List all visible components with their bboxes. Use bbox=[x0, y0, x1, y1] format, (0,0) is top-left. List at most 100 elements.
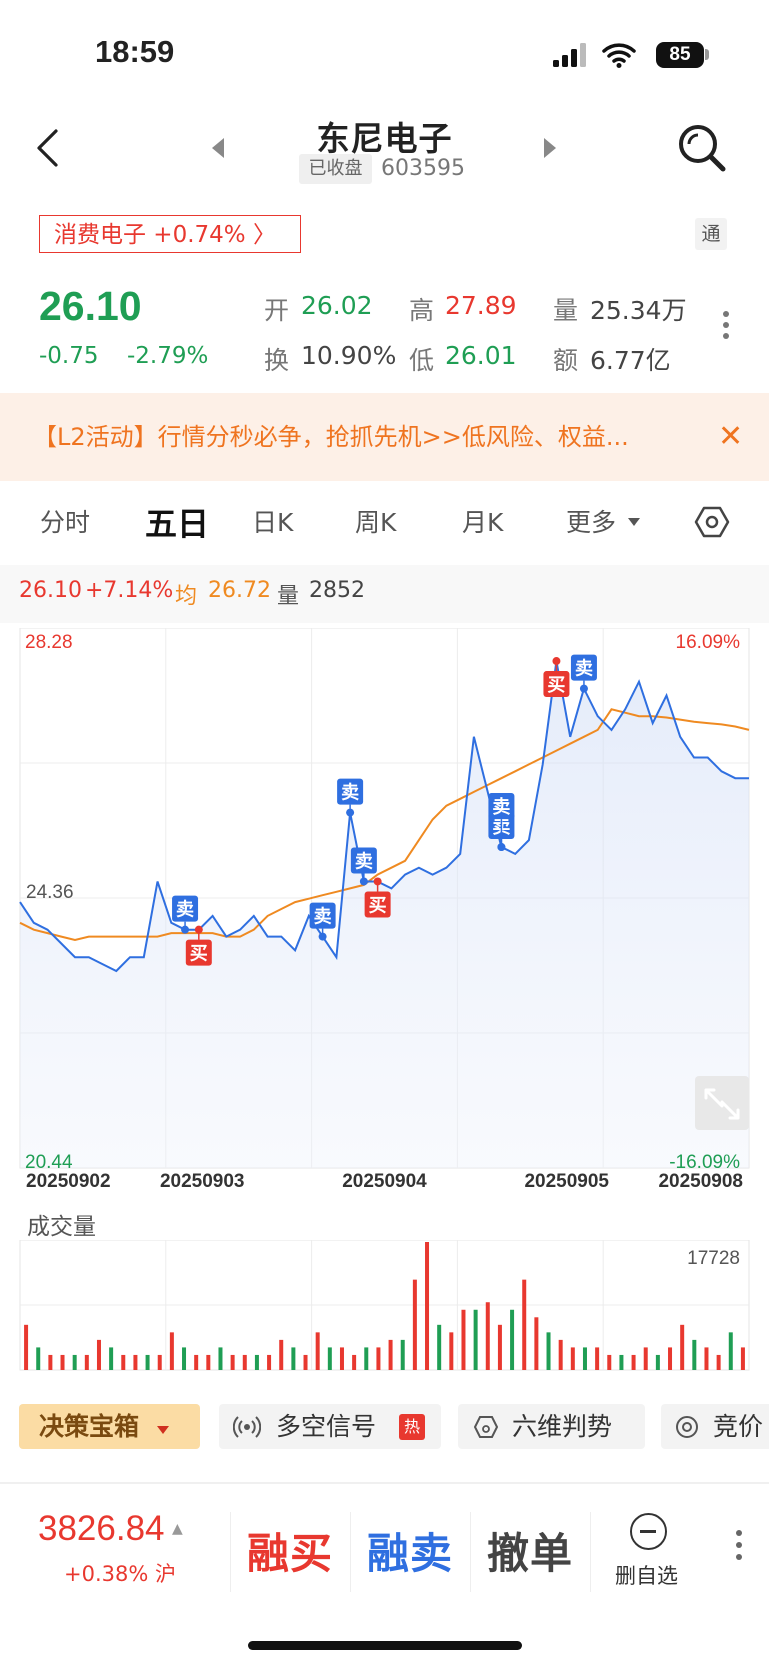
tab-intraday[interactable]: 分时 bbox=[40, 503, 90, 539]
bidding-label: 竞价 bbox=[713, 1412, 764, 1441]
stock-code: 603595 bbox=[381, 156, 465, 181]
tab-monthly-k[interactable]: 月K bbox=[462, 503, 503, 539]
volume-bar bbox=[522, 1279, 527, 1370]
search-icon[interactable] bbox=[676, 122, 728, 174]
volume-bar bbox=[607, 1354, 612, 1370]
x-axis-date-label: 20250905 bbox=[524, 1171, 609, 1188]
margin-buy-button[interactable]: 融买 bbox=[247, 1520, 333, 1581]
volume-bar bbox=[36, 1347, 41, 1370]
volume-bar bbox=[497, 1324, 502, 1370]
volume-bar bbox=[291, 1347, 296, 1370]
y-max-label: 28.28 bbox=[25, 632, 73, 653]
tab-more[interactable]: 更多 bbox=[566, 503, 616, 539]
tab-five-day[interactable]: 五日 bbox=[145, 499, 209, 545]
volume-bar bbox=[680, 1324, 685, 1370]
volume-bar bbox=[546, 1332, 551, 1370]
price-change-pct: -2.79% bbox=[127, 343, 209, 369]
info-avg: 26.72 bbox=[208, 578, 271, 603]
low-label: 低 bbox=[409, 346, 435, 375]
bidding-button[interactable]: 竞价 bbox=[661, 1404, 769, 1449]
market-status-tag: 已收盘 bbox=[299, 154, 372, 184]
volume-chart[interactable]: 17728 bbox=[0, 1240, 769, 1375]
more-dots-icon[interactable] bbox=[723, 306, 729, 344]
volume-bar bbox=[412, 1279, 417, 1370]
volume-bar bbox=[437, 1324, 442, 1370]
five-day-price-chart[interactable]: 卖买卖卖卖买卖卖买卖 28.28 24.36 20.44 16.09% -16.… bbox=[0, 628, 769, 1188]
index-up-arrow-icon: ▲ bbox=[172, 1521, 183, 1537]
marker-label: 卖 bbox=[314, 906, 332, 928]
open-label: 开 bbox=[264, 296, 290, 325]
remove-watchlist-label[interactable]: 删自选 bbox=[615, 1560, 678, 1590]
volume-bar bbox=[109, 1347, 114, 1370]
stock-name: 东尼电子 bbox=[316, 119, 453, 158]
divider bbox=[350, 1512, 351, 1592]
long-short-signal-label: 多空信号 bbox=[276, 1412, 377, 1441]
volume-bar bbox=[668, 1347, 673, 1370]
margin-sell-button[interactable]: 融卖 bbox=[367, 1520, 453, 1581]
battery-cap bbox=[705, 49, 709, 60]
volume-bar bbox=[558, 1339, 563, 1370]
cancel-order-button[interactable]: 撤单 bbox=[487, 1520, 573, 1581]
volume-bar bbox=[376, 1347, 381, 1370]
chevron-down-icon[interactable] bbox=[627, 517, 641, 527]
info-pct: +7.14% bbox=[85, 578, 174, 603]
marker-label: 卖 bbox=[341, 782, 359, 804]
sell-marker: 卖 bbox=[337, 778, 364, 817]
status-time: 18:59 bbox=[95, 34, 175, 69]
long-short-signal-button[interactable]: 多空信号 热 bbox=[219, 1404, 441, 1449]
volume-bar bbox=[206, 1354, 211, 1370]
caret-down-icon bbox=[156, 1426, 169, 1434]
tab-daily-k[interactable]: 日K bbox=[252, 503, 293, 539]
amount-value: 6.77亿 bbox=[590, 346, 671, 375]
buy-marker: 买 bbox=[543, 657, 570, 698]
volume-bar bbox=[740, 1347, 745, 1370]
volume-max-label: 17728 bbox=[687, 1248, 740, 1269]
volume-bar bbox=[315, 1332, 320, 1370]
volume-bar bbox=[400, 1339, 405, 1370]
price-change: -0.75 bbox=[39, 343, 99, 369]
sector-tag[interactable]: 消费电子 +0.74% 〉 bbox=[39, 215, 301, 253]
marker-label: 买 bbox=[547, 675, 565, 696]
marker-label: 卖 bbox=[176, 899, 194, 921]
next-stock-arrow-icon[interactable] bbox=[542, 136, 558, 160]
volume-bar bbox=[267, 1354, 272, 1370]
volume-bar bbox=[692, 1339, 697, 1370]
volume-bar bbox=[704, 1347, 709, 1370]
low-value: 26.01 bbox=[445, 341, 517, 370]
turnover-label: 换 bbox=[264, 346, 290, 375]
y-min-label: 20.44 bbox=[25, 1152, 73, 1173]
open-value: 26.02 bbox=[301, 291, 373, 320]
amount-label: 额 bbox=[553, 346, 579, 375]
pct-min-label: -16.09% bbox=[669, 1152, 740, 1173]
six-hexagon-icon bbox=[474, 1416, 498, 1438]
six-dimension-button[interactable]: 六维判势 bbox=[458, 1404, 645, 1449]
x-axis-date-label: 20250904 bbox=[342, 1171, 427, 1188]
broadcast-icon bbox=[233, 1416, 261, 1438]
tab-weekly-k[interactable]: 周K bbox=[355, 503, 396, 539]
volume-bar bbox=[716, 1354, 721, 1370]
volume-bar bbox=[728, 1332, 733, 1370]
volume-bar bbox=[473, 1309, 478, 1370]
promo-banner-text[interactable]: 【L2活动】行情分秒必争，抢抓先机>>低风险、权益... bbox=[33, 393, 629, 481]
banner-close-icon[interactable]: ✕ bbox=[718, 393, 743, 481]
remove-watchlist-icon[interactable] bbox=[630, 1513, 667, 1550]
index-value[interactable]: 3826.84 bbox=[38, 1509, 165, 1549]
expand-icon[interactable] bbox=[695, 1076, 749, 1130]
volume-bar bbox=[461, 1309, 466, 1370]
volume-bar bbox=[339, 1347, 344, 1370]
more-options-icon[interactable] bbox=[736, 1530, 742, 1560]
volume-bar bbox=[643, 1347, 648, 1370]
high-label: 高 bbox=[409, 296, 435, 325]
volume-bar bbox=[157, 1354, 162, 1370]
volume-bar bbox=[534, 1317, 539, 1370]
volume-bar bbox=[510, 1309, 515, 1370]
volume-bar bbox=[485, 1302, 490, 1370]
info-vol: 2852 bbox=[309, 578, 365, 603]
settings-hexagon-icon[interactable] bbox=[694, 504, 730, 540]
volume-bar bbox=[24, 1324, 29, 1370]
index-change[interactable]: +0.38% 沪 bbox=[64, 1558, 176, 1588]
volume-bar bbox=[570, 1347, 575, 1370]
decision-box-button[interactable]: 决策宝箱 bbox=[19, 1404, 200, 1449]
x-axis-date-label: 20250902 bbox=[26, 1171, 111, 1188]
tong-badge[interactable]: 通 bbox=[695, 218, 727, 250]
